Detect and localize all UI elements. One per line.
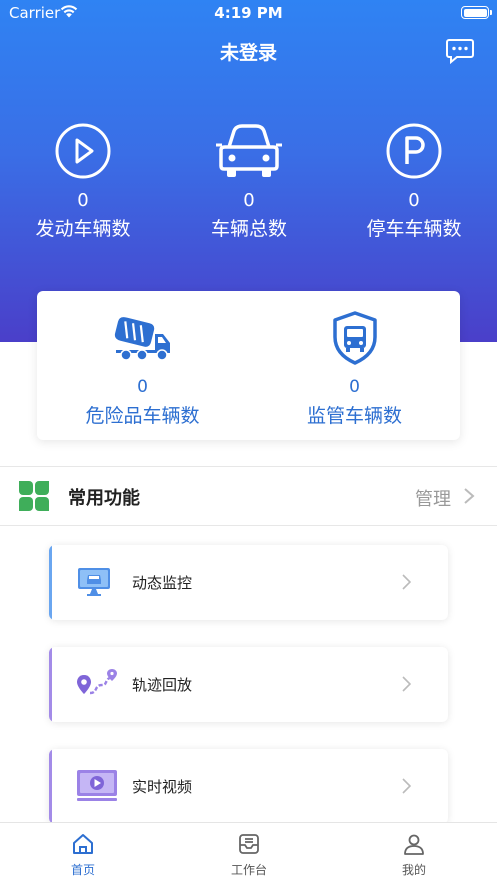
cement-truck-icon (114, 317, 170, 361)
tab-home[interactable]: 首页 (0, 831, 166, 878)
clover-icon (19, 481, 49, 511)
chevron-right-icon (402, 778, 411, 794)
tab-label: 首页 (70, 863, 95, 877)
chevron-right-icon (402, 676, 411, 692)
function-label: 实时视频 (132, 778, 193, 796)
inbox-icon (239, 834, 259, 854)
video-play-icon (77, 770, 117, 801)
clock: 4:19 PM (214, 4, 283, 22)
tab-label: 我的 (401, 863, 426, 877)
stat-running-vehicles[interactable]: 0 发动车辆数 (0, 120, 166, 241)
stat-label: 监管车辆数 (306, 405, 402, 427)
stat-label: 车辆总数 (210, 218, 287, 240)
user-icon (404, 834, 424, 855)
stat-value: 0 (349, 377, 360, 397)
stat-hazmat-vehicles[interactable]: 0 危险品车辆数 (37, 311, 248, 428)
accent-bar (49, 647, 52, 722)
car-icon (216, 124, 282, 177)
play-circle-icon (55, 123, 111, 179)
tab-label: 工作台 (230, 863, 267, 877)
vehicle-category-card: 0 危险品车辆数 0 监管车辆数 (37, 291, 460, 440)
route-pin-icon (77, 669, 117, 695)
stat-supervised-vehicles[interactable]: 0 监管车辆数 (249, 311, 460, 428)
chevron-right-icon[interactable] (463, 487, 475, 505)
function-track-playback[interactable]: 轨迹回放 (49, 647, 448, 722)
divider (0, 525, 497, 526)
page-title[interactable]: 未登录 (0, 38, 497, 65)
function-dynamic-monitoring[interactable]: 动态监控 (49, 545, 448, 620)
chevron-right-icon (402, 574, 411, 590)
stat-parked-vehicles[interactable]: 0 停车车辆数 (331, 120, 497, 241)
battery-icon (461, 6, 492, 19)
section-title: 常用功能 (68, 488, 140, 509)
parking-icon (386, 123, 442, 179)
tab-workbench[interactable]: 工作台 (166, 831, 332, 878)
stat-label: 发动车辆数 (35, 218, 131, 240)
chat-bubble-icon[interactable] (446, 38, 474, 64)
stat-value: 0 (408, 190, 420, 211)
home-icon (73, 834, 93, 854)
common-functions-header: 常用功能 管理 (0, 467, 497, 525)
tab-profile[interactable]: 我的 (331, 831, 497, 878)
function-label: 动态监控 (132, 574, 193, 592)
stat-value: 0 (243, 190, 255, 211)
accent-bar (49, 545, 52, 620)
monitor-icon (78, 568, 110, 596)
stat-label: 危险品车辆数 (85, 405, 200, 427)
stat-total-vehicles[interactable]: 0 车辆总数 (166, 120, 332, 241)
bottom-tab-bar: 首页 工作台 我的 (0, 822, 497, 883)
manage-link[interactable]: 管理 (415, 485, 451, 511)
function-live-video[interactable]: 实时视频 (49, 749, 448, 824)
stat-value: 0 (77, 190, 89, 211)
status-bar: Carrier 4:19 PM (0, 0, 497, 26)
shield-bus-icon (332, 311, 377, 365)
accent-bar (49, 749, 52, 824)
function-label: 轨迹回放 (132, 676, 193, 694)
stat-label: 停车车辆数 (366, 218, 462, 240)
stat-value: 0 (137, 377, 148, 397)
